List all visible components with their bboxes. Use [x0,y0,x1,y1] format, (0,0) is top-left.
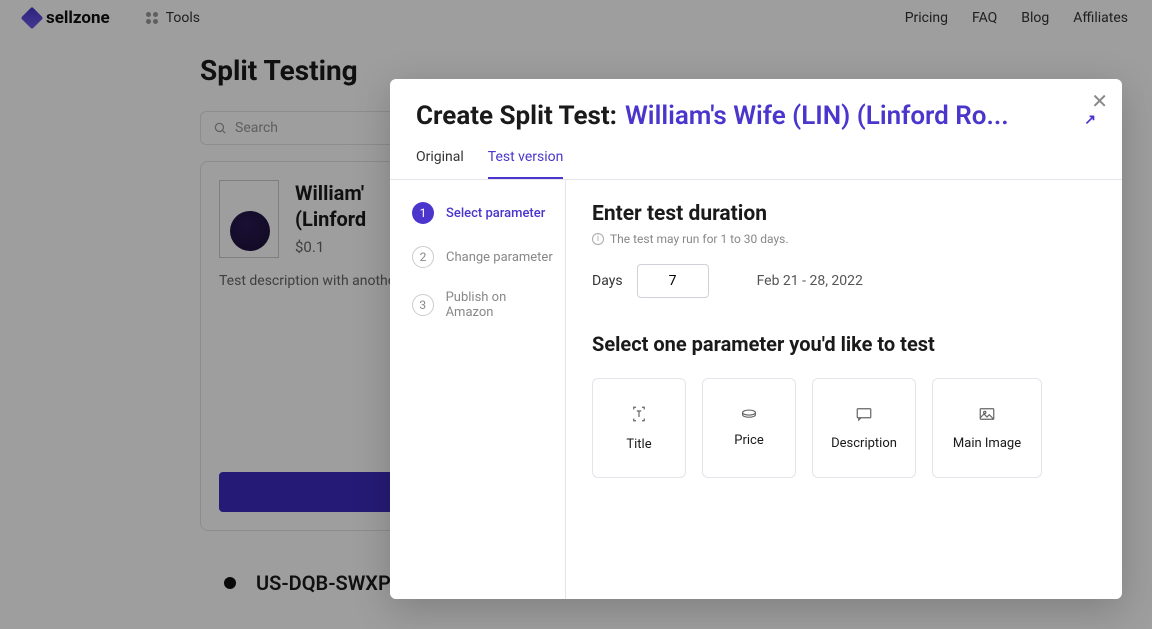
param-description[interactable]: Description [812,378,916,478]
days-input[interactable] [637,264,709,298]
external-link-icon[interactable]: ↗ [1084,112,1096,128]
step-select-parameter[interactable]: 1 Select parameter [412,202,555,224]
description-icon [855,406,873,422]
step-number: 3 [412,294,434,316]
price-icon [740,409,758,419]
step-label: Change parameter [446,250,553,265]
tab-original[interactable]: Original [416,149,464,179]
param-label: Title [626,437,651,452]
param-main-image[interactable]: Main Image [932,378,1042,478]
param-label: Description [831,436,897,451]
modal-title-prefix: Create Split Test: [416,101,617,131]
info-icon: i [592,233,604,245]
step-publish-amazon[interactable]: 3 Publish on Amazon [412,290,555,320]
create-split-test-modal: ✕ Create Split Test: William's Wife (LIN… [390,79,1122,599]
step-number: 2 [412,246,434,268]
param-label: Price [734,433,763,448]
param-title[interactable]: Title [592,378,686,478]
modal-product-name[interactable]: William's Wife (LIN) (Linford Ro... [625,101,1076,131]
tab-test-version[interactable]: Test version [488,149,564,179]
date-range: Feb 21 - 28, 2022 [757,273,863,289]
image-icon [978,406,996,422]
step-change-parameter[interactable]: 2 Change parameter [412,246,555,268]
title-icon [630,405,648,423]
duration-heading: Enter test duration [592,202,1096,226]
days-label: Days [592,273,623,289]
step-number: 1 [412,202,434,224]
param-price[interactable]: Price [702,378,796,478]
close-icon[interactable]: ✕ [1091,89,1108,114]
step-label: Publish on Amazon [446,290,555,320]
step-label: Select parameter [446,206,545,221]
param-label: Main Image [953,436,1021,451]
parameter-heading: Select one parameter you'd like to test [592,332,1096,356]
duration-hint: The test may run for 1 to 30 days. [610,232,789,246]
